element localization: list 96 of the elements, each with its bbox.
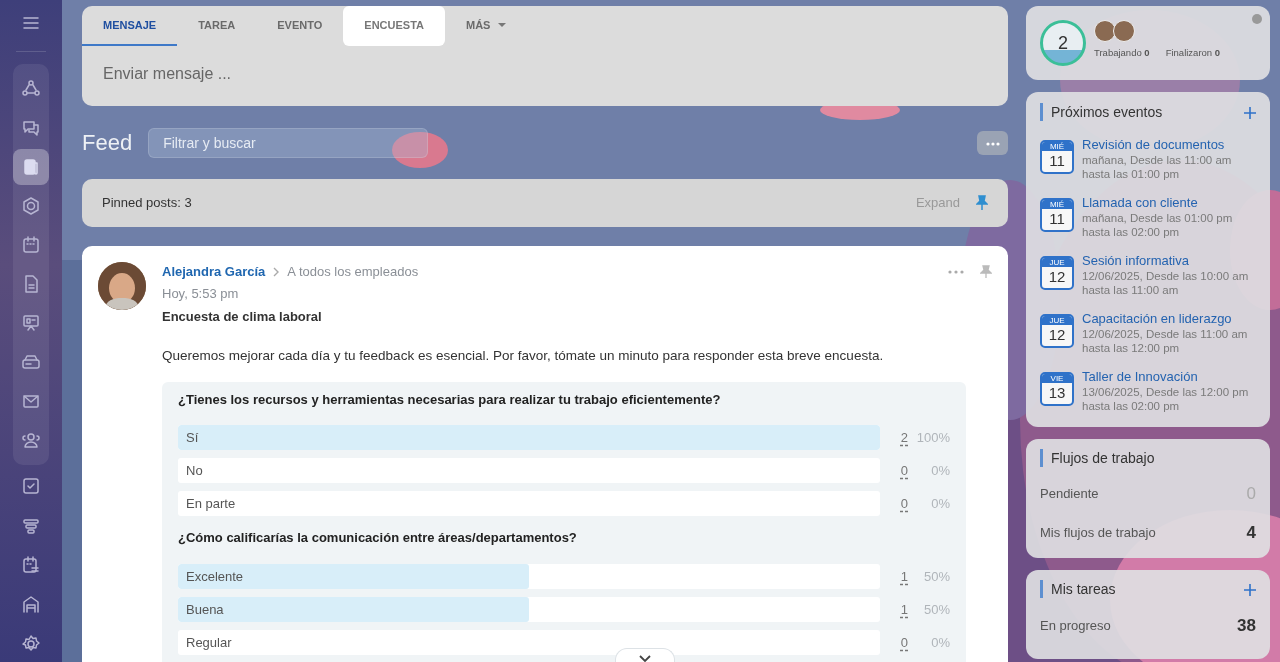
composer-tab[interactable]: EVENTO [256,6,344,46]
event-link[interactable]: Taller de Innovación [1082,367,1249,385]
calendar-weekday: VIE [1042,373,1072,383]
presence-stat: Trabajando 0 [1094,46,1150,60]
author-link[interactable]: Alejandra García [162,262,266,282]
avatar [1113,20,1135,42]
calendar-weekday: MIÉ [1042,141,1072,151]
plus-icon [1244,584,1256,597]
presentation-icon [21,313,41,334]
vote-percent: 0% [930,462,950,480]
feed-title: Feed [82,129,133,157]
calendar-day: 13 [1042,382,1072,403]
chat-icon [21,118,41,139]
answer-label: En parte [185,496,236,512]
poll-question: ¿Cómo calificarías la comunicación entre áreas/departamentos? [178,529,578,548]
row-count: 38 [1237,615,1256,637]
vote-count[interactable]: 1 [880,599,908,619]
garage-icon [21,594,41,615]
event-end: hasta las 02:00 pm [1082,398,1181,413]
answer-label: No [185,463,203,479]
sidebar-item[interactable] [13,149,49,186]
row-label: Pendiente [1040,484,1099,503]
vote-count[interactable]: 0 [880,461,908,481]
caret-icon [498,23,507,27]
more-icon[interactable] [948,269,964,274]
events-title: Próximos eventos [1040,102,1163,121]
workflows-title: Flujos de trabajo [1040,448,1155,467]
settings-icon [21,633,41,654]
vote-count[interactable]: 0 [880,632,908,652]
event-time: 13/06/2025, Desde las 12:00 pm [1082,384,1249,399]
composer-tab[interactable]: ENCUESTA [343,6,445,46]
poll-question: ¿Tienes los recursos y herramientas necesarias para realizar tu trabajo eficientemente? [178,390,722,409]
hexagon-icon [21,196,41,217]
calendar-weekday: JUE [1042,257,1072,267]
help-icon[interactable] [1252,14,1262,24]
composer-tab[interactable]: TAREA [177,6,257,46]
vote-percent: 50% [922,600,950,619]
message-input[interactable]: Enviar mensaje ... [82,62,1008,86]
row-label: En progreso [1040,617,1111,635]
row-count: 4 [1246,522,1256,544]
composer-tab[interactable]: MÁS [445,6,528,46]
schedule-icon [21,555,41,576]
event-link[interactable]: Llamada con cliente [1082,193,1233,211]
tasks-title: Mis tareas [1040,580,1116,599]
vote-percent: 100% [915,429,950,447]
vote-count[interactable]: 1 [880,566,908,586]
event-link[interactable]: Sesión informativa [1082,251,1249,269]
expand-button[interactable] [615,648,675,662]
event-end: hasta las 01:00 pm [1082,166,1181,181]
event-time: mañana, Desde las 11:00 am [1082,152,1232,167]
people-icon [21,430,41,451]
calendar-weekday: JUE [1042,315,1072,325]
vote-count[interactable]: 0 [880,494,908,514]
event-link[interactable]: Revisión de documentos [1082,135,1232,153]
vote-percent: 50% [922,567,950,586]
presence-stat: Finalizaron 0 [1165,46,1221,60]
answer-label: Buena [185,601,224,617]
calendar-icon [21,235,41,256]
event-link[interactable]: Capacitación en liderazgo [1082,309,1248,327]
row-label: Mis flujos de trabajo [1040,524,1156,542]
avatar [1094,20,1116,42]
newspaper-icon [21,157,41,178]
chevron-down-icon [639,654,651,662]
calendar-day: 12 [1042,324,1072,345]
calendar-day: 12 [1042,266,1072,287]
event-end: hasta las 11:00 am [1082,282,1180,297]
vote-count[interactable]: 2 [880,428,908,448]
chevron-right-icon [273,266,280,277]
post-text: Queremos mejorar cada día y tu feedback es esencial. Por favor, tómate un minuto para responder esta breve encuesta. [162,346,885,365]
event-time: 12/06/2025, Desde las 11:00 am [1082,326,1248,341]
answer-label: Excelente [185,568,244,584]
more-icon [985,141,1000,146]
plus-icon [1244,106,1256,119]
pin-icon[interactable] [976,195,988,211]
calendar-day: 11 [1042,208,1072,229]
avatar [98,262,146,310]
event-end: hasta las 12:00 pm [1082,340,1181,355]
event-end: hasta las 02:00 pm [1082,224,1181,239]
checkbox-icon [21,476,41,497]
pinned-count: Pinned posts: 3 [102,194,192,213]
answer-label: Sí [185,430,199,446]
menu-icon [22,16,40,31]
recipient-text: A todos los empleados [287,263,419,281]
event-time: 12/06/2025, Desde las 10:00 am [1082,268,1249,283]
event-time: mañana, Desde las 01:00 pm [1082,210,1233,225]
more-button[interactable] [977,131,1008,155]
vote-percent: 0% [930,633,950,652]
post-time: Hoy, 5:53 pm [162,284,240,303]
calendar-day: 11 [1042,150,1072,171]
answer-label: Regular [185,634,232,650]
presence-ring: 2 [1040,20,1086,66]
composer-tab[interactable]: MENSAJE [82,6,178,46]
vote-percent: 0% [930,495,950,513]
pin-icon[interactable] [980,264,992,279]
calendar-weekday: MIÉ [1042,199,1072,209]
post-title: Encuesta de clima laboral [162,308,323,326]
